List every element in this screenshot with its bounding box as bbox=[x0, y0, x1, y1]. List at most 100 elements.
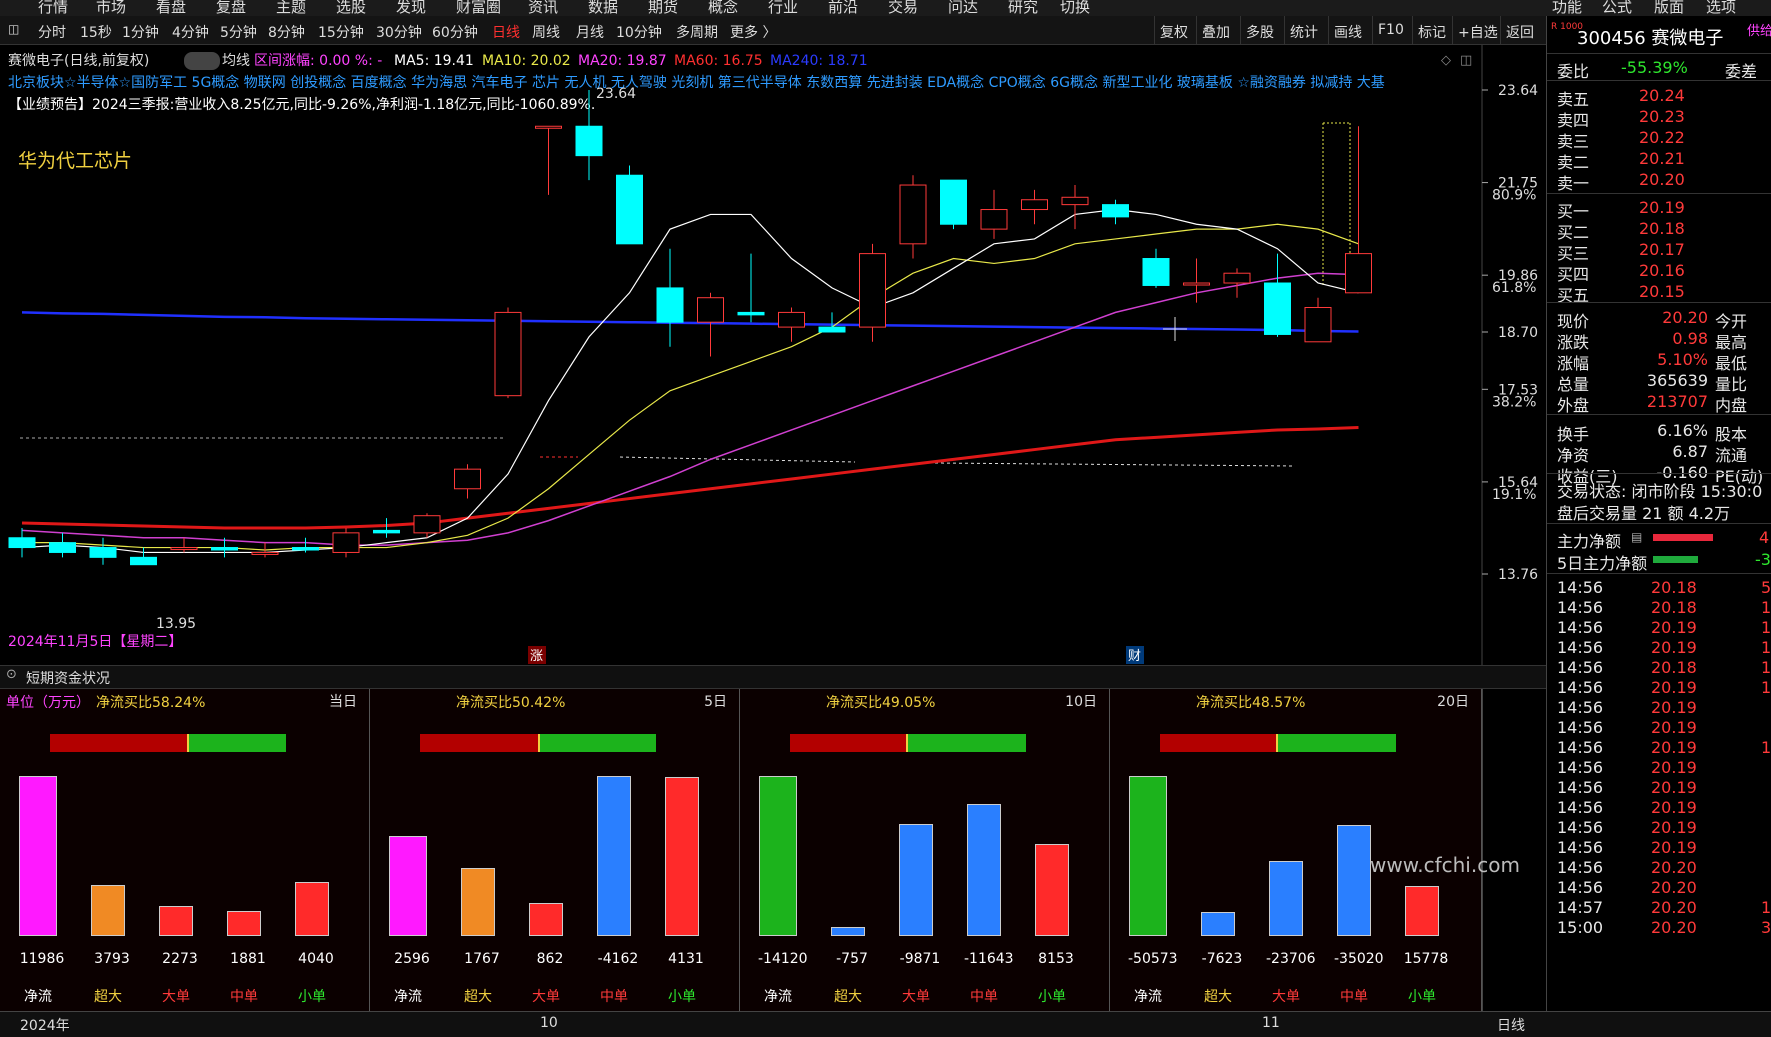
fund-bar-大单[interactable] bbox=[159, 905, 193, 936]
period-tab-5[interactable]: 8分钟 bbox=[268, 22, 305, 42]
candle-body[interactable] bbox=[454, 468, 481, 490]
menu-item-21[interactable]: 选项 bbox=[1706, 0, 1736, 16]
menu-item-4[interactable]: 主题 bbox=[276, 0, 306, 16]
menu-item-0[interactable]: 行情 bbox=[38, 0, 68, 16]
candle-body[interactable] bbox=[211, 547, 238, 551]
candle-body[interactable] bbox=[1021, 199, 1048, 211]
ask-row[interactable]: 卖二 20.21 bbox=[1547, 147, 1771, 172]
candle-body[interactable] bbox=[940, 179, 967, 225]
ask-row[interactable]: 卖五 20.24 bbox=[1547, 84, 1771, 109]
panel-collapse-icon[interactable]: ⊙ bbox=[6, 667, 17, 682]
candle-body[interactable] bbox=[251, 551, 279, 555]
fund-bar-净流[interactable] bbox=[19, 776, 57, 936]
window-icon[interactable]: ◫ bbox=[1460, 53, 1472, 68]
fund-bar-小单[interactable] bbox=[1035, 843, 1069, 936]
fund-bar-超大[interactable] bbox=[1201, 911, 1235, 936]
candle-body[interactable] bbox=[656, 287, 684, 323]
fund-bar-小单[interactable] bbox=[665, 777, 699, 936]
candle-body[interactable] bbox=[616, 174, 643, 245]
fund-bar-中单[interactable] bbox=[1337, 825, 1371, 936]
period-tab-14[interactable]: 更多 〉 bbox=[730, 22, 776, 42]
fund-bar-小单[interactable] bbox=[1405, 886, 1439, 936]
candle-body[interactable] bbox=[494, 311, 522, 397]
candle-body[interactable] bbox=[575, 125, 603, 157]
candle-body[interactable] bbox=[859, 253, 886, 328]
bid-row[interactable]: 买三 20.17 bbox=[1547, 238, 1771, 263]
candle-body[interactable] bbox=[130, 556, 157, 566]
menu-item-6[interactable]: 发现 bbox=[396, 0, 426, 16]
menu-item-1[interactable]: 市场 bbox=[96, 0, 126, 16]
fund-bar-超大[interactable] bbox=[91, 885, 125, 936]
fund-bar-大单[interactable] bbox=[1269, 861, 1303, 936]
menu-item-17[interactable]: 切换 bbox=[1060, 0, 1090, 16]
ask-row[interactable]: 卖一 20.20 bbox=[1547, 168, 1771, 193]
candle-body[interactable] bbox=[292, 547, 319, 551]
candle-body[interactable] bbox=[1102, 204, 1129, 218]
period-tab-12[interactable]: 10分钟 bbox=[616, 22, 662, 42]
list-icon[interactable]: ▤ bbox=[1631, 530, 1642, 544]
candle-body[interactable] bbox=[818, 326, 846, 333]
fund-bar-超大[interactable] bbox=[461, 868, 495, 936]
menu-item-10[interactable]: 期货 bbox=[648, 0, 678, 16]
candle-body[interactable] bbox=[373, 529, 400, 534]
menu-item-8[interactable]: 资讯 bbox=[528, 0, 558, 16]
ask-row[interactable]: 卖三 20.22 bbox=[1547, 126, 1771, 151]
menu-item-18[interactable]: 功能 bbox=[1552, 0, 1582, 16]
period-tab-13[interactable]: 多周期 bbox=[676, 22, 718, 42]
menu-item-14[interactable]: 交易 bbox=[888, 0, 918, 16]
period-tab-3[interactable]: 4分钟 bbox=[172, 22, 209, 42]
candle-body[interactable] bbox=[1142, 258, 1170, 286]
toolbar-button-8[interactable]: 返回 bbox=[1506, 22, 1534, 42]
bid-row[interactable]: 买五 20.15 bbox=[1547, 280, 1771, 305]
candle-body[interactable] bbox=[8, 537, 36, 549]
toolbar-button-5[interactable]: F10 bbox=[1378, 22, 1404, 38]
candle-body[interactable] bbox=[1264, 282, 1291, 335]
period-tab-4[interactable]: 5分钟 bbox=[220, 22, 257, 42]
collapse-icon[interactable]: ◫ bbox=[8, 22, 19, 36]
menu-item-5[interactable]: 选股 bbox=[336, 0, 366, 16]
menu-item-15[interactable]: 问达 bbox=[948, 0, 978, 16]
toolbar-button-7[interactable]: +自选 bbox=[1458, 22, 1498, 42]
toolbar-button-0[interactable]: 复权 bbox=[1160, 22, 1188, 42]
toolbar-button-1[interactable]: 叠加 bbox=[1202, 22, 1230, 42]
toolbar-button-3[interactable]: 统计 bbox=[1290, 22, 1318, 42]
diamond-icon[interactable]: ◇ bbox=[1441, 53, 1451, 68]
menu-item-3[interactable]: 复盘 bbox=[216, 0, 246, 16]
candle-body[interactable] bbox=[1183, 282, 1210, 286]
candle-body[interactable] bbox=[697, 297, 724, 323]
candle-body[interactable] bbox=[89, 547, 117, 558]
fund-bar-净流[interactable] bbox=[759, 776, 797, 936]
menu-item-9[interactable]: 数据 bbox=[588, 0, 618, 16]
candle-body[interactable] bbox=[413, 515, 441, 534]
fund-bar-大单[interactable] bbox=[899, 824, 933, 936]
candle-body[interactable] bbox=[778, 311, 805, 328]
period-tab-6[interactable]: 15分钟 bbox=[318, 22, 364, 42]
menu-item-20[interactable]: 版面 bbox=[1654, 0, 1684, 16]
period-tab-11[interactable]: 月线 bbox=[576, 22, 604, 42]
ma-toggle[interactable] bbox=[184, 52, 220, 70]
candle-body[interactable] bbox=[737, 311, 765, 316]
menu-item-2[interactable]: 看盘 bbox=[156, 0, 186, 16]
period-tab-10[interactable]: 周线 bbox=[532, 22, 560, 42]
candle-body[interactable] bbox=[1223, 272, 1251, 284]
fund-bar-小单[interactable] bbox=[295, 882, 329, 936]
candle-body[interactable] bbox=[49, 542, 76, 553]
menu-item-12[interactable]: 行业 bbox=[768, 0, 798, 16]
bid-row[interactable]: 买四 20.16 bbox=[1547, 259, 1771, 284]
period-tab-7[interactable]: 30分钟 bbox=[376, 22, 422, 42]
candle-body[interactable] bbox=[1304, 307, 1332, 343]
fund-bar-大单[interactable] bbox=[529, 902, 563, 936]
bid-row[interactable]: 买一 20.19 bbox=[1547, 196, 1771, 221]
concept-list[interactable]: 北京板块☆半导体☆国防军工 5G概念 物联网 创投概念 百度概念 华为海思 汽车… bbox=[8, 74, 1385, 91]
toolbar-button-2[interactable]: 多股 bbox=[1246, 22, 1274, 42]
fund-bar-净流[interactable] bbox=[389, 836, 427, 936]
fund-bar-中单[interactable] bbox=[967, 804, 1001, 936]
toolbar-button-4[interactable]: 画线 bbox=[1334, 22, 1362, 42]
candle-body[interactable] bbox=[1345, 253, 1372, 294]
candle-body[interactable] bbox=[535, 125, 562, 129]
menu-item-19[interactable]: 公式 bbox=[1602, 0, 1632, 16]
period-tab-8[interactable]: 60分钟 bbox=[432, 22, 478, 42]
candlestick-chart[interactable]: 赛微电子(日线,前复权) 均线 区间涨幅: 0.00 %: - MA5: 19.… bbox=[0, 45, 1546, 665]
bid-row[interactable]: 买二 20.18 bbox=[1547, 217, 1771, 242]
toolbar-button-6[interactable]: 标记 bbox=[1418, 22, 1446, 42]
